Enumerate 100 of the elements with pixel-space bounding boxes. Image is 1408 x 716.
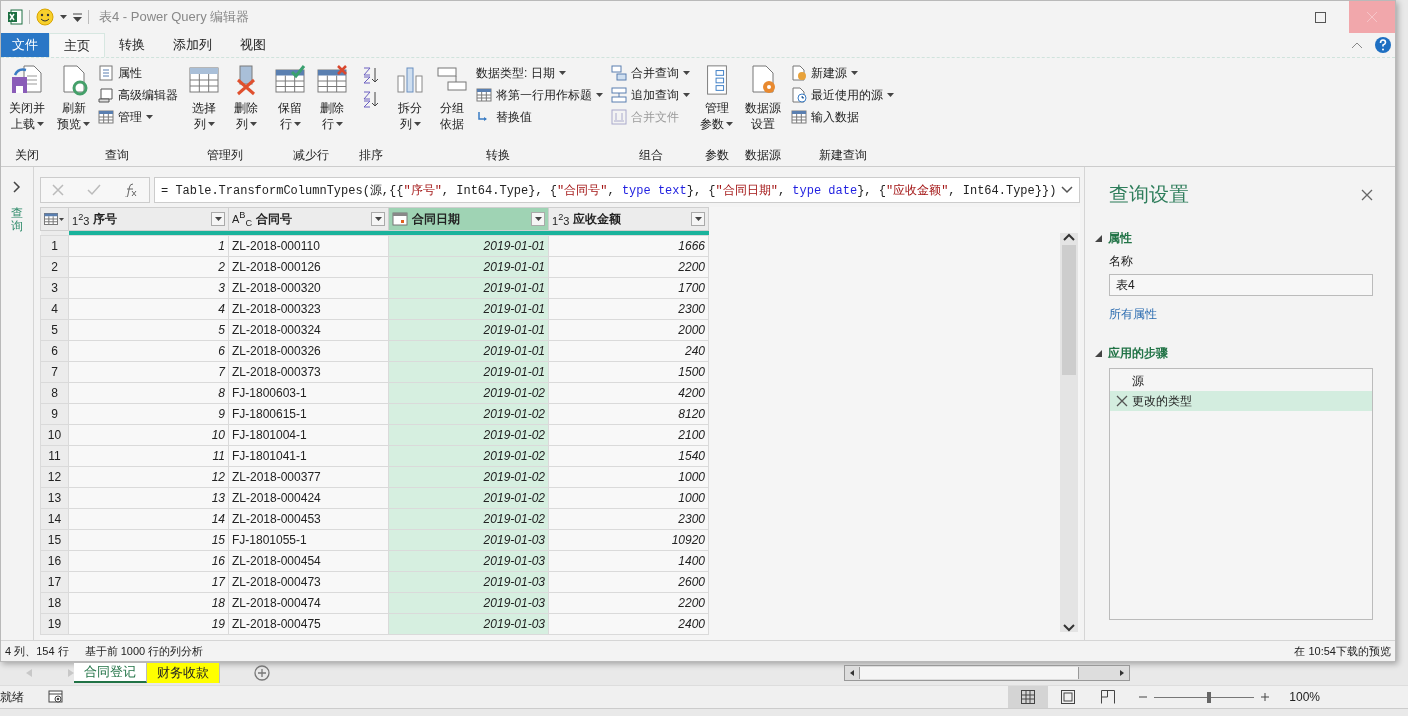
- table-cell: 2019-01-01: [388, 235, 549, 257]
- ribbon-button[interactable]: 数据源 设置: [743, 64, 783, 132]
- column-header[interactable]: 1$^{2}$3 应收金额: [548, 207, 709, 231]
- grid-icon: [1021, 690, 1035, 704]
- ribbon-button[interactable]: 保留 行: [272, 64, 308, 132]
- function-button[interactable]: [123, 183, 138, 197]
- ribbon-tab[interactable]: 添加列: [159, 33, 226, 57]
- ribbon-tab[interactable]: 主页: [49, 33, 105, 57]
- row-number: 6: [40, 340, 69, 362]
- ribbon-button[interactable]: 管理 参数: [698, 64, 735, 132]
- row-number: 2: [40, 256, 69, 278]
- scroll-icon: [98, 87, 114, 103]
- ribbon-button[interactable]: 高级编辑器: [98, 86, 178, 104]
- ribbon-button[interactable]: 最近使用的源: [791, 86, 894, 104]
- type-label[interactable]: 1$^{2}$3: [72, 211, 90, 227]
- ribbon-button[interactable]: 追加查询: [611, 86, 690, 104]
- caret-icon: [694, 217, 702, 221]
- ribbon-button[interactable]: 拆分 列: [392, 64, 428, 132]
- sheet-tab[interactable]: 财务收款: [147, 663, 220, 683]
- group-label: 查询: [104, 147, 129, 164]
- row-number: 15: [40, 529, 69, 551]
- plus-circle-icon: [254, 665, 270, 681]
- section-heading[interactable]: 属性: [1108, 230, 1132, 247]
- ribbon-button[interactable]: 选择 列: [186, 64, 222, 132]
- column-header[interactable]: 合同日期: [388, 207, 549, 231]
- row-number: 1: [40, 235, 69, 257]
- ribbon-button[interactable]: 合并查询: [611, 64, 690, 82]
- caret-icon: [851, 71, 858, 75]
- square-icon: [1314, 11, 1326, 23]
- type-label[interactable]: 1$^{2}$3: [552, 211, 570, 227]
- row-number: 7: [40, 361, 69, 383]
- ribbon-tab[interactable]: 转换: [105, 33, 159, 57]
- cancel-icon: [52, 184, 65, 196]
- ribbon-button[interactable]: 管理: [98, 108, 178, 126]
- column-header[interactable]: 1$^{2}$3 序号: [68, 207, 229, 231]
- vertical-scrollbar[interactable]: [1060, 233, 1078, 632]
- table-menu-button[interactable]: [44, 213, 64, 225]
- append-icon: [611, 87, 627, 103]
- new-document-icon: [791, 65, 807, 81]
- group-label: 组合: [638, 147, 663, 164]
- collapse-ribbon-button[interactable]: [1351, 41, 1363, 49]
- ribbon-button[interactable]: 数据类型: 日期: [476, 64, 603, 82]
- ribbon-button[interactable]: 分组 依据: [434, 64, 470, 132]
- check-icon: [87, 184, 101, 196]
- ribbon-tab[interactable]: 视图: [226, 33, 280, 57]
- table-cell: 1: [68, 235, 229, 257]
- plus-icon: [1260, 692, 1270, 702]
- caret-icon: [249, 122, 257, 126]
- page-layout-icon: [1061, 690, 1075, 704]
- ribbon-button[interactable]: 属性: [98, 64, 178, 82]
- filter-button[interactable]: [371, 212, 385, 226]
- caret-icon: [293, 122, 301, 126]
- close-icon: [1366, 11, 1378, 23]
- column-header[interactable]: A$^{B}$$_{C}$ 合同号: [228, 207, 389, 231]
- filter-button[interactable]: [691, 212, 705, 226]
- caret-icon: [683, 71, 690, 75]
- sheet-tab[interactable]: 合同登记: [74, 663, 147, 683]
- expand-button[interactable]: [13, 181, 21, 193]
- scrollbar-thumb[interactable]: [859, 667, 1079, 679]
- applied-step[interactable]: 更改的类型: [1110, 391, 1372, 411]
- sort-ascending-button[interactable]: [362, 66, 380, 84]
- ribbon-button[interactable]: 新建源: [791, 64, 894, 82]
- excel-icon: [7, 9, 23, 25]
- page-break-icon: [1101, 690, 1115, 704]
- ribbon-button[interactable]: 删除 行: [314, 64, 350, 132]
- add-sheet-button[interactable]: [254, 665, 270, 681]
- section-heading[interactable]: 应用的步骤: [1108, 345, 1168, 362]
- row-number: 19: [40, 613, 69, 635]
- ribbon-button[interactable]: 将第一行用作标题: [476, 86, 603, 104]
- all-properties-link[interactable]: 所有属性: [1109, 306, 1373, 323]
- help-icon: [1375, 37, 1391, 53]
- table-icon: [791, 109, 807, 125]
- close-button[interactable]: [1361, 188, 1373, 201]
- chevron-down-icon: [1063, 624, 1075, 632]
- help-button[interactable]: [1375, 37, 1391, 53]
- horizontal-scrollbar[interactable]: [844, 665, 1130, 681]
- delete-icon: [1116, 395, 1128, 407]
- filter-button[interactable]: [211, 212, 225, 226]
- table-icon: [188, 64, 220, 96]
- ribbon-button[interactable]: 关闭并 上载: [7, 64, 47, 132]
- caret-icon: [374, 217, 382, 221]
- queries-label[interactable]: 查询: [11, 207, 23, 234]
- ribbon-button[interactable]: 刷新 预览: [55, 64, 92, 132]
- formula-field[interactable]: = Table.TransformColumnTypes(源,{{"序号", Int64.Type}, {"合同号", type text}, {"合同日期", type date}, {"应收金额", Int64.Type}}): [154, 177, 1080, 203]
- file-tab[interactable]: 文件: [1, 33, 49, 57]
- macro-record-icon: [48, 690, 64, 704]
- ribbon-button[interactable]: 删除 列: [228, 64, 264, 132]
- ribbon-button[interactable]: 替换值: [476, 108, 603, 126]
- applied-step[interactable]: 源: [1110, 371, 1372, 391]
- zoom-in-button[interactable]: [1260, 692, 1270, 702]
- view-button[interactable]: [1008, 686, 1048, 708]
- table-icon: [98, 109, 114, 125]
- row-number: 16: [40, 550, 69, 572]
- name-field[interactable]: 表4: [1109, 274, 1373, 296]
- caret-icon: [83, 122, 90, 126]
- filter-button[interactable]: [531, 212, 545, 226]
- slider-thumb[interactable]: [1207, 691, 1211, 703]
- ribbon-button[interactable]: 输入数据: [791, 108, 894, 126]
- caret-icon: [726, 122, 733, 126]
- sort-descending-button[interactable]: [362, 90, 380, 108]
